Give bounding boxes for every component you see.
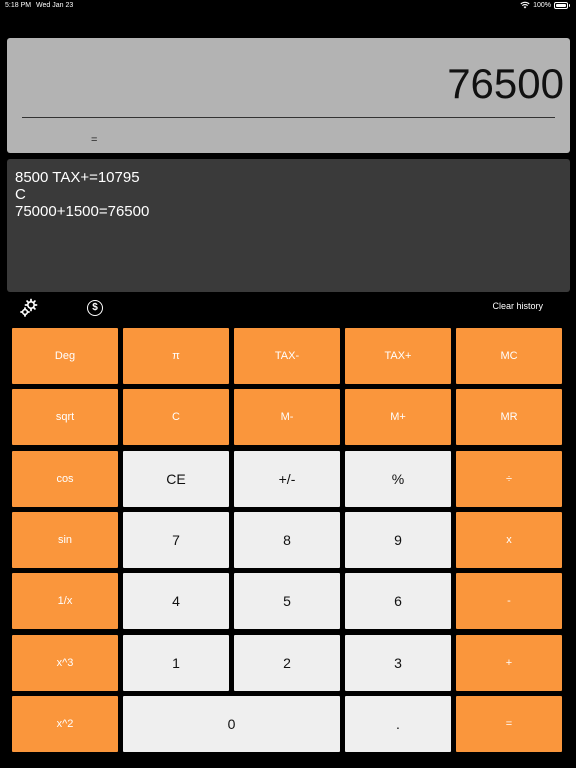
display-value: 76500 bbox=[447, 60, 564, 107]
display-operator: = bbox=[91, 134, 98, 146]
history-line: 8500 TAX+=10795 bbox=[15, 169, 140, 186]
digit-3-button[interactable]: 3 bbox=[345, 634, 451, 691]
digit-1-button[interactable]: 1 bbox=[123, 634, 229, 691]
digit-6-button[interactable]: 6 bbox=[345, 573, 451, 630]
clear-history-button[interactable]: Clear history bbox=[492, 301, 543, 311]
plus-button[interactable]: + bbox=[456, 634, 562, 691]
decimal-button[interactable]: . bbox=[345, 695, 451, 752]
tax-plus-button[interactable]: TAX+ bbox=[345, 328, 451, 384]
memory-minus-button[interactable]: M- bbox=[234, 389, 340, 446]
history-panel: 8500 TAX+=10795 C 75000+1500=76500 bbox=[7, 159, 570, 292]
digit-4-button[interactable]: 4 bbox=[123, 573, 229, 630]
digit-9-button[interactable]: 9 bbox=[345, 511, 451, 568]
minus-button[interactable]: - bbox=[456, 573, 562, 630]
keypad: Deg π TAX- TAX+ MC sqrt C M- M+ MR cos C… bbox=[12, 328, 562, 752]
calculator-display: 76500 = bbox=[7, 38, 570, 153]
equals-button[interactable]: = bbox=[456, 695, 562, 752]
gear-icon[interactable] bbox=[19, 298, 39, 318]
memory-recall-button[interactable]: MR bbox=[456, 389, 562, 446]
pi-button[interactable]: π bbox=[123, 328, 229, 384]
memory-plus-button[interactable]: M+ bbox=[345, 389, 451, 446]
reciprocal-button[interactable]: 1/x bbox=[12, 573, 118, 630]
plus-minus-button[interactable]: +/- bbox=[234, 450, 340, 507]
clear-button[interactable]: C bbox=[123, 389, 229, 446]
sqrt-button[interactable]: sqrt bbox=[12, 389, 118, 446]
battery-icon bbox=[554, 1, 570, 9]
square-button[interactable]: x^2 bbox=[12, 695, 118, 752]
history-line: 75000+1500=76500 bbox=[15, 203, 150, 220]
sin-button[interactable]: sin bbox=[12, 511, 118, 568]
display-divider bbox=[22, 117, 555, 118]
cos-button[interactable]: cos bbox=[12, 450, 118, 507]
cube-button[interactable]: x^3 bbox=[12, 634, 118, 691]
digit-0-button[interactable]: 0 bbox=[123, 695, 340, 752]
tax-minus-button[interactable]: TAX- bbox=[234, 328, 340, 384]
status-time: 5:18 PM bbox=[5, 2, 32, 9]
digit-7-button[interactable]: 7 bbox=[123, 511, 229, 568]
digit-8-button[interactable]: 8 bbox=[234, 511, 340, 568]
toolbar: $ Clear history bbox=[0, 296, 576, 320]
divide-button[interactable]: ÷ bbox=[456, 450, 562, 507]
clear-entry-button[interactable]: CE bbox=[123, 450, 229, 507]
memory-clear-button[interactable]: MC bbox=[456, 328, 562, 384]
percent-button[interactable]: % bbox=[345, 450, 451, 507]
status-bar: 5:18 PM Wed Jan 23 100% bbox=[0, 0, 576, 14]
dollar-icon[interactable]: $ bbox=[87, 300, 103, 316]
battery-percent: 100% bbox=[533, 1, 551, 9]
digit-5-button[interactable]: 5 bbox=[234, 573, 340, 630]
status-right: 100% bbox=[520, 1, 570, 9]
deg-button[interactable]: Deg bbox=[12, 328, 118, 384]
wifi-icon bbox=[520, 1, 530, 9]
multiply-button[interactable]: x bbox=[456, 511, 562, 568]
status-date: Wed Jan 23 bbox=[36, 2, 74, 9]
digit-2-button[interactable]: 2 bbox=[234, 634, 340, 691]
history-line: C bbox=[15, 186, 26, 203]
